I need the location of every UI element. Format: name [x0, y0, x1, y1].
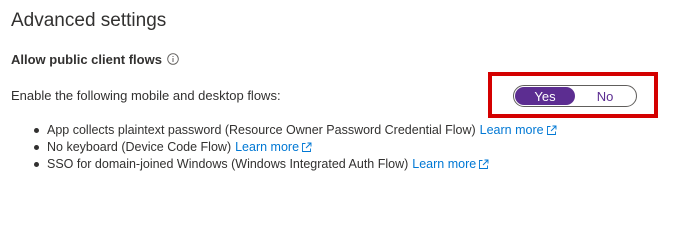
external-link-icon: [546, 125, 557, 136]
list-item: SSO for domain-joined Windows (Windows I…: [34, 156, 557, 173]
learn-more-label: Learn more: [412, 157, 477, 171]
flow-text: SSO for domain-joined Windows (Windows I…: [47, 157, 409, 171]
public-client-toggle[interactable]: Yes No: [513, 85, 637, 107]
flow-text: No keyboard (Device Code Flow): [47, 140, 232, 154]
public-client-heading: Allow public client flows: [11, 52, 179, 67]
bullet-icon: [34, 162, 39, 167]
bullet-icon: [34, 128, 39, 133]
info-icon[interactable]: [167, 52, 179, 65]
external-link-icon: [478, 159, 489, 170]
flows-label: Enable the following mobile and desktop …: [11, 88, 281, 103]
toggle-no-option[interactable]: No: [575, 87, 635, 105]
learn-more-link[interactable]: Learn more: [412, 156, 489, 173]
bullet-icon: [34, 145, 39, 150]
learn-more-link[interactable]: Learn more: [480, 122, 557, 139]
list-item: App collects plaintext password (Resourc…: [34, 122, 557, 139]
section-title: Advanced settings: [11, 10, 167, 31]
learn-more-link[interactable]: Learn more: [235, 139, 312, 156]
public-client-heading-label: Allow public client flows: [11, 52, 162, 67]
learn-more-label: Learn more: [479, 123, 544, 137]
list-item: No keyboard (Device Code Flow) Learn mor…: [34, 139, 557, 156]
learn-more-label: Learn more: [235, 140, 300, 154]
external-link-icon: [301, 142, 312, 153]
toggle-yes-option[interactable]: Yes: [515, 87, 575, 105]
flow-list: App collects plaintext password (Resourc…: [34, 122, 557, 173]
flow-text: App collects plaintext password (Resourc…: [47, 123, 476, 137]
